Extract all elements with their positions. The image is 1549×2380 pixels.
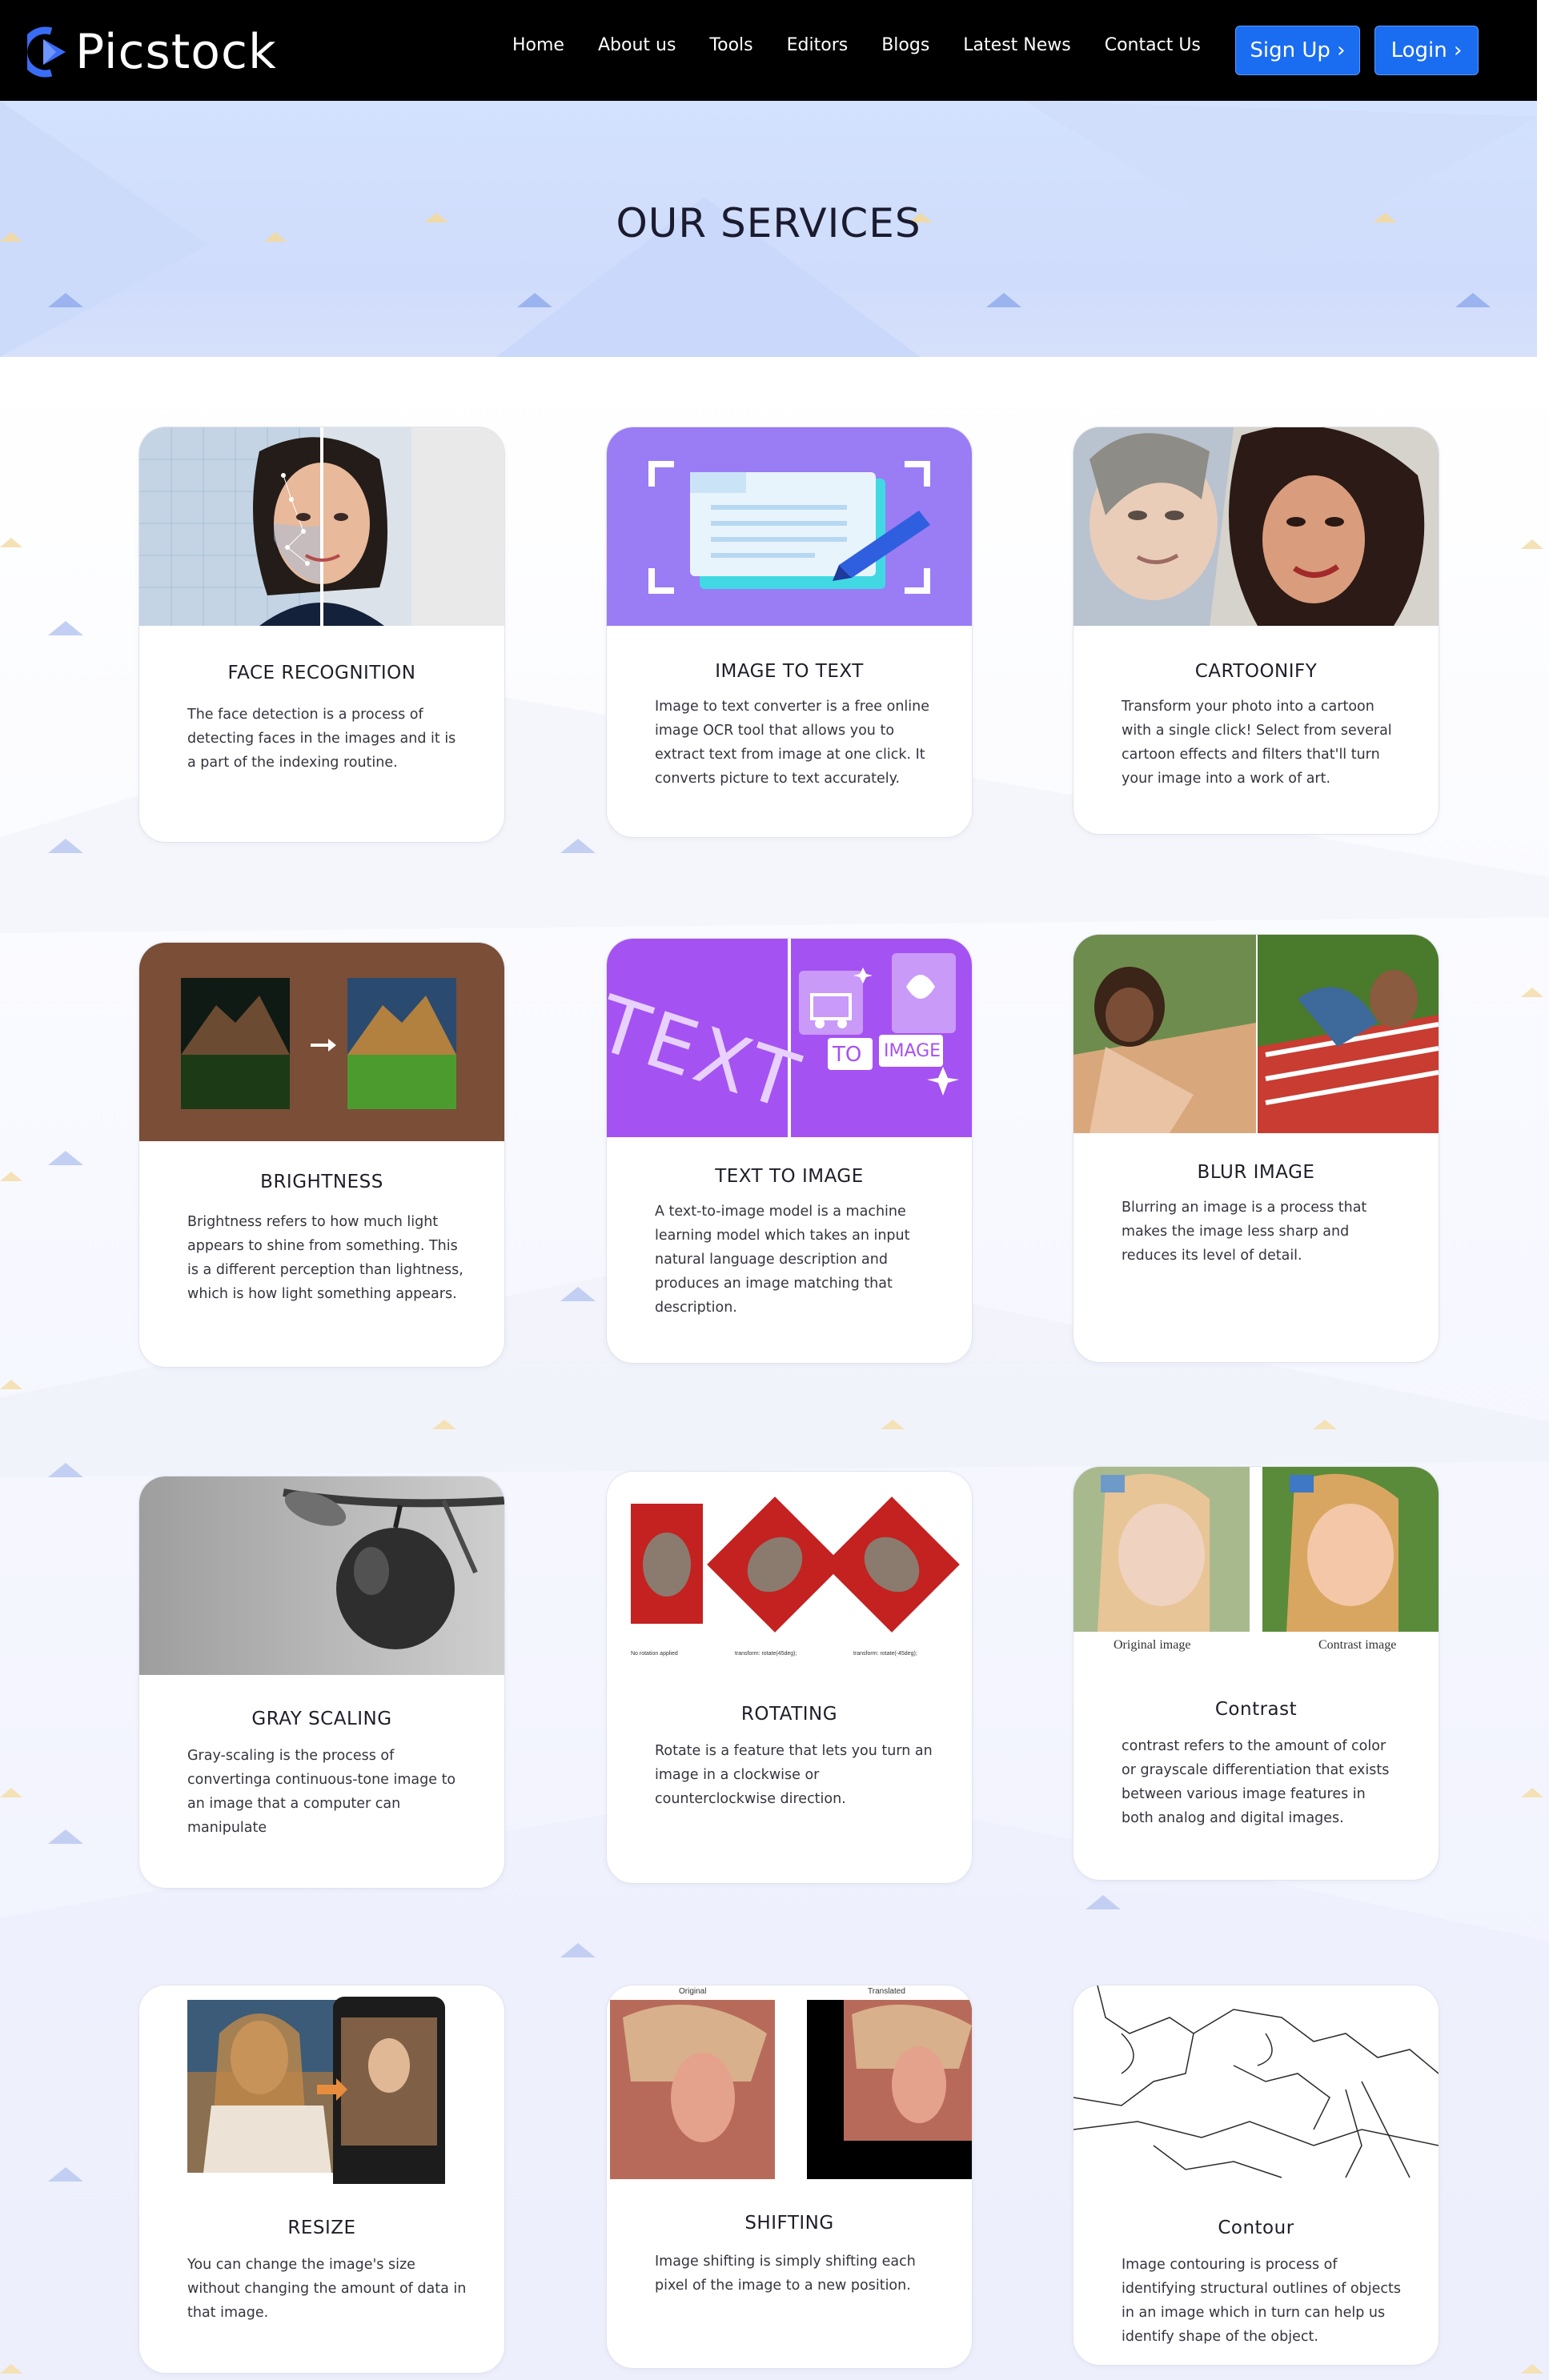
card-title: BLUR IMAGE bbox=[1197, 1162, 1315, 1183]
card-title: TEXT TO IMAGE bbox=[715, 1166, 864, 1187]
nav-link-blogs[interactable]: Blogs bbox=[881, 35, 929, 55]
image-graphic-label: IMAGE bbox=[884, 1041, 941, 1061]
cartoon-portrait-image bbox=[1073, 427, 1439, 626]
card-description: Image to text converter is a free online… bbox=[655, 699, 930, 787]
card-description: contrast refers to the amount of color o… bbox=[1122, 1738, 1390, 1826]
original-image-caption: Original image bbox=[1114, 1638, 1191, 1652]
card-description: Blurring an image is a process that make… bbox=[1122, 1200, 1367, 1264]
service-card-blur-image[interactable]: BLUR IMAGE Blurring an image is a proces… bbox=[1073, 934, 1439, 1363]
main-menu: Home About us Tools Editors Blogs Latest… bbox=[512, 35, 1234, 55]
card-title: RESIZE bbox=[287, 2218, 356, 2238]
shifting-portrait-image: Original Translated bbox=[607, 1985, 972, 2184]
service-card-face-recognition[interactable]: FACE RECOGNITION The face detection is a… bbox=[138, 427, 505, 843]
text-to-image-graphic: TEXT TO IMAGE bbox=[607, 939, 972, 1137]
document-scan-image bbox=[607, 427, 972, 626]
rotation-caption-3: transform: rotate(-45deg); bbox=[853, 1651, 917, 1657]
service-card-cartoonify[interactable]: CARTOONIFY Transform your photo into a c… bbox=[1073, 427, 1439, 835]
card-description: You can change the image's size without … bbox=[187, 2257, 467, 2321]
resize-phone-image bbox=[139, 1985, 504, 2184]
card-title: ROTATING bbox=[740, 1704, 838, 1725]
card-description: Transform your photo into a cartoon with… bbox=[1122, 699, 1392, 787]
service-card-contour[interactable]: Contour Image contouring is process of i… bbox=[1073, 1985, 1439, 2366]
services-section: FACE RECOGNITION The face detection is a… bbox=[0, 357, 1549, 2380]
card-title: SHIFTING bbox=[744, 2213, 834, 2234]
card-title: FACE RECOGNITION bbox=[227, 663, 416, 683]
service-card-contrast[interactable]: Original image Contrast image Contrast c… bbox=[1073, 1466, 1439, 1881]
nav-link-contact[interactable]: Contact Us bbox=[1105, 35, 1201, 55]
nav-link-about[interactable]: About us bbox=[598, 35, 676, 55]
service-card-text-to-image[interactable]: TEXT TO IMAGE TEXT TO IMAGE A text-to-im… bbox=[606, 938, 973, 1364]
login-button[interactable]: Login › bbox=[1374, 26, 1479, 75]
service-card-image-to-text[interactable]: IMAGE TO TEXT Image to text converter is… bbox=[606, 427, 973, 838]
brand-logo[interactable]: Picstock bbox=[27, 24, 277, 80]
nav-link-tools[interactable]: Tools bbox=[709, 35, 752, 55]
rotating-cat-image: No rotation applied transform: rotate(45… bbox=[607, 1472, 972, 1670]
face-recognition-image bbox=[139, 427, 504, 626]
service-card-rotating[interactable]: No rotation applied transform: rotate(45… bbox=[606, 1471, 973, 1884]
original-caption: Original bbox=[679, 1987, 707, 1996]
card-description: Image contouring is process of identifyi… bbox=[1122, 2257, 1401, 2345]
nav-link-editors[interactable]: Editors bbox=[787, 35, 849, 55]
rotation-caption-2: transform: rotate(45deg); bbox=[735, 1651, 797, 1657]
to-graphic-label: TO bbox=[833, 1043, 862, 1067]
service-card-brightness[interactable]: BRIGHTNESS Brightness refers to how much… bbox=[138, 942, 505, 1368]
contrast-girl-image: Original image Contrast image bbox=[1073, 1467, 1439, 1667]
card-title: GRAY SCALING bbox=[251, 1709, 392, 1729]
card-title: IMAGE TO TEXT bbox=[715, 661, 864, 682]
contrast-image-caption: Contrast image bbox=[1318, 1638, 1397, 1652]
card-description: Brightness refers to how much light appe… bbox=[187, 1214, 463, 1302]
page-title: OUR SERVICES bbox=[616, 200, 921, 246]
card-description: A text-to-image model is a machine learn… bbox=[655, 1204, 910, 1316]
rotation-caption-1: No rotation applied bbox=[631, 1651, 678, 1657]
service-card-resize[interactable]: RESIZE You can change the image's size w… bbox=[138, 1985, 505, 2374]
brand-name: Picstock bbox=[75, 24, 277, 80]
card-description: Image shifting is simply shifting each p… bbox=[655, 2254, 916, 2294]
card-description: Rotate is a feature that lets you turn a… bbox=[655, 1743, 933, 1807]
mountain-brightness-image bbox=[139, 943, 504, 1141]
translated-caption: Translated bbox=[868, 1987, 905, 1996]
services-hero: OUR SERVICES bbox=[0, 101, 1537, 357]
logo-play-icon bbox=[27, 26, 66, 78]
service-card-gray-scaling[interactable]: GRAY SCALING Gray-scaling is the process… bbox=[138, 1476, 505, 1889]
card-title: CARTOONIFY bbox=[1194, 661, 1318, 682]
contour-lines-image bbox=[1073, 1985, 1439, 2184]
card-description: The face detection is a process of detec… bbox=[187, 707, 456, 771]
card-title: Contour bbox=[1218, 2218, 1294, 2238]
blur-photo-image bbox=[1073, 935, 1439, 1133]
service-card-shifting[interactable]: Original Translated SHIFTING Image shift… bbox=[606, 1985, 973, 2369]
nav-link-latest-news[interactable]: Latest News bbox=[963, 35, 1070, 55]
card-title: Contrast bbox=[1214, 1699, 1298, 1720]
signup-button[interactable]: Sign Up › bbox=[1235, 26, 1360, 75]
top-navbar: Picstock Home About us Tools Editors Blo… bbox=[0, 0, 1537, 101]
nav-link-home[interactable]: Home bbox=[512, 35, 564, 55]
card-description: Gray-scaling is the process of convertin… bbox=[187, 1748, 456, 1836]
grayscale-apple-image bbox=[139, 1476, 504, 1675]
card-title: BRIGHTNESS bbox=[260, 1172, 383, 1192]
